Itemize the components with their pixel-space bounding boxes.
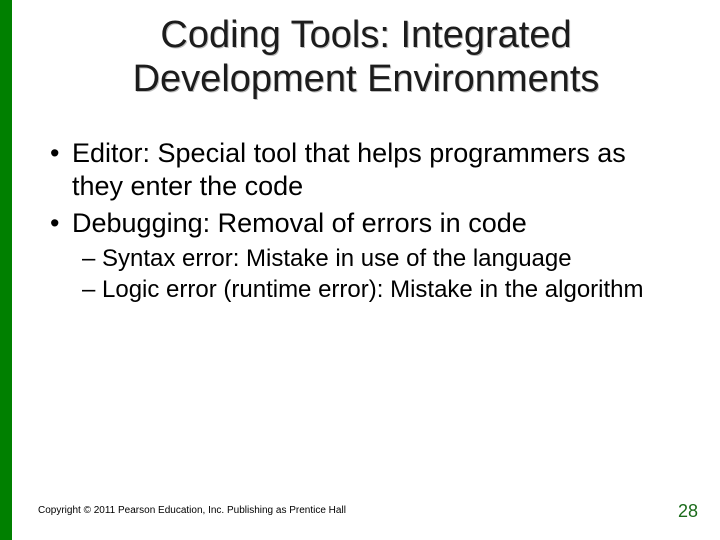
bullet-text: Editor: Special tool that helps programm… <box>72 137 684 203</box>
slide-title: Coding Tools: Integrated Development Env… <box>12 0 720 101</box>
dash-icon: – <box>82 275 102 304</box>
sub-bullet-item: – Syntax error: Mistake in use of the la… <box>48 244 684 273</box>
bullet-dot-icon: • <box>48 137 72 203</box>
copyright-text: Copyright © 2011 Pearson Education, Inc.… <box>38 505 346 516</box>
sub-bullet-item: – Logic error (runtime error): Mistake i… <box>48 275 684 304</box>
title-line-1: Coding Tools: Integrated <box>160 14 571 56</box>
page-number: 28 <box>678 501 698 522</box>
bullet-item: • Editor: Special tool that helps progra… <box>48 137 684 203</box>
dash-icon: – <box>82 244 102 273</box>
bullet-text: Debugging: Removal of errors in code <box>72 207 527 240</box>
slide-body: • Editor: Special tool that helps progra… <box>12 101 720 304</box>
title-line-2: Development Environments <box>133 58 600 100</box>
sub-bullet-text: Logic error (runtime error): Mistake in … <box>102 275 644 304</box>
bullet-item: • Debugging: Removal of errors in code <box>48 207 684 240</box>
bullet-dot-icon: • <box>48 207 72 240</box>
sub-bullet-text: Syntax error: Mistake in use of the lang… <box>102 244 572 273</box>
